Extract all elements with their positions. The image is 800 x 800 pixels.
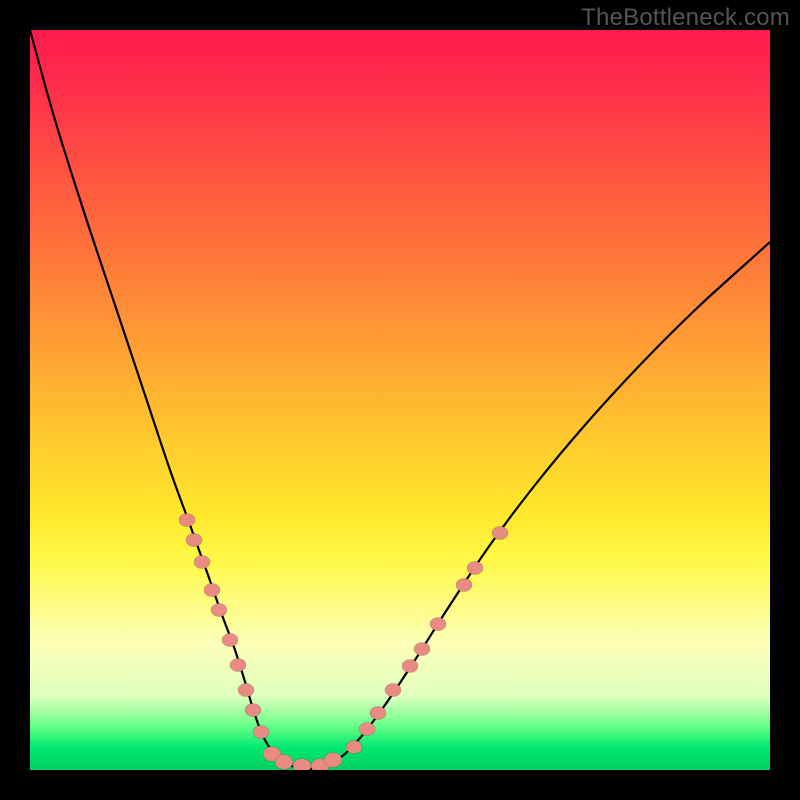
- data-dot: [467, 561, 483, 574]
- data-dot: [253, 725, 269, 738]
- data-dot: [211, 603, 227, 616]
- data-dot: [186, 533, 202, 546]
- data-dot: [456, 578, 472, 591]
- plot-area: [30, 30, 770, 770]
- data-dot: [275, 755, 293, 770]
- data-dot: [402, 659, 418, 672]
- data-dot: [346, 740, 362, 753]
- watermark-text: TheBottleneck.com: [581, 4, 790, 32]
- bottleneck-curve: [30, 30, 770, 769]
- chart-frame: TheBottleneck.com: [0, 0, 800, 800]
- curve-svg: [30, 30, 770, 770]
- data-dot: [293, 759, 311, 770]
- data-dot: [222, 633, 238, 646]
- data-dot: [492, 526, 508, 539]
- data-dot: [194, 555, 210, 568]
- data-dot: [179, 513, 195, 526]
- data-dot: [230, 658, 246, 671]
- data-dot: [385, 683, 401, 696]
- data-dot: [370, 706, 386, 719]
- data-dots: [179, 513, 508, 770]
- data-dot: [430, 617, 446, 630]
- data-dot: [359, 722, 375, 735]
- data-dot: [245, 703, 261, 716]
- data-dot: [238, 683, 254, 696]
- data-dot: [324, 753, 342, 768]
- data-dot: [414, 642, 430, 655]
- data-dot: [204, 583, 220, 596]
